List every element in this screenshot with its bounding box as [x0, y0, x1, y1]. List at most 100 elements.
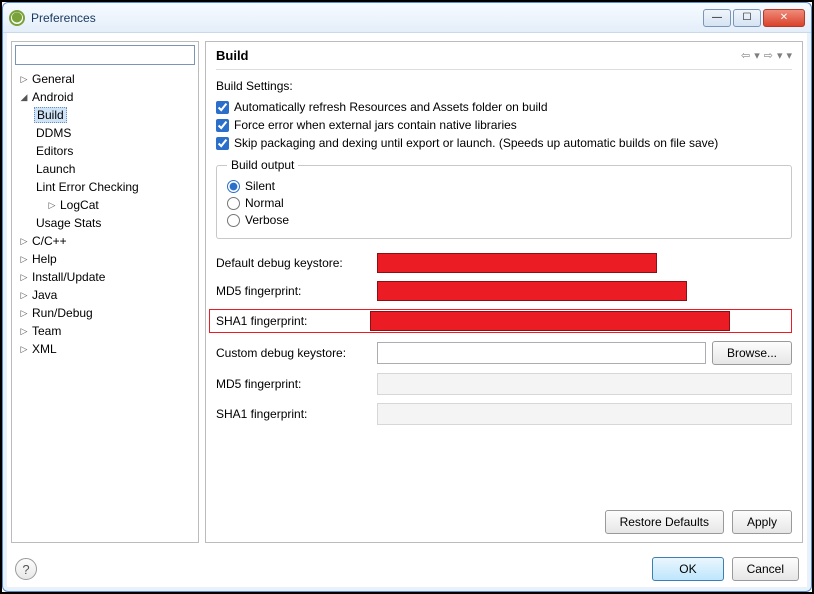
tree-item-label: Install/Update	[30, 270, 107, 284]
filter-input[interactable]	[15, 45, 195, 65]
tree-item[interactable]: ▷Run/Debug	[12, 304, 198, 322]
expander-icon[interactable]: ▷	[18, 236, 30, 247]
tree-item[interactable]: DDMS	[12, 124, 198, 142]
radio-silent[interactable]: Silent	[227, 179, 781, 193]
expander-icon[interactable]: ▷	[18, 326, 30, 337]
tree-item-label: LogCat	[58, 198, 101, 212]
preferences-tree[interactable]: ▷General◢AndroidBuildDDMSEditorsLaunchLi…	[12, 68, 198, 542]
radio-normal[interactable]: Normal	[227, 196, 781, 210]
forward-icon[interactable]: ⇨	[764, 49, 773, 62]
custom-keystore-input[interactable]	[377, 342, 706, 364]
build-output-group: Build output Silent Normal Verbose	[216, 158, 792, 239]
tree-item-label: Editors	[34, 144, 75, 158]
tree-item[interactable]: Build	[12, 106, 198, 124]
tree-item[interactable]: Editors	[12, 142, 198, 160]
bottom-bar: ? OK Cancel	[3, 551, 811, 591]
tree-item-label: Team	[30, 324, 63, 338]
md5-value	[377, 281, 687, 301]
dialog-actions: OK Cancel	[652, 557, 799, 581]
sha1-label: SHA1 fingerprint:	[216, 314, 364, 328]
main-panel: Build ⇦ ▾ ⇨ ▾ ▾ Build Settings: Automati…	[205, 41, 803, 543]
window-title: Preferences	[31, 11, 703, 25]
md5-2-value	[377, 373, 792, 395]
tree-item-label: General	[30, 72, 77, 86]
minimize-button[interactable]: —	[703, 9, 731, 27]
tree-item[interactable]: ▷General	[12, 70, 198, 88]
skip-packaging-label: Skip packaging and dexing until export o…	[234, 136, 718, 150]
auto-refresh-checkbox[interactable]: Automatically refresh Resources and Asse…	[216, 100, 792, 114]
force-error-input[interactable]	[216, 119, 229, 132]
apply-button[interactable]: Apply	[732, 510, 792, 534]
tree-item-label: Android	[30, 90, 75, 104]
tree-item-label: XML	[30, 342, 59, 356]
tree-item[interactable]: ▷LogCat	[12, 196, 198, 214]
tree-item[interactable]: ▷XML	[12, 340, 198, 358]
back-icon[interactable]: ⇦	[741, 49, 750, 62]
radio-silent-input[interactable]	[227, 180, 240, 193]
tree-item-label: Launch	[34, 162, 77, 176]
custom-keystore-label: Custom debug keystore:	[216, 346, 371, 360]
tree-item-label: Usage Stats	[34, 216, 103, 230]
sha1-2-label: SHA1 fingerprint:	[216, 407, 371, 421]
tree-item[interactable]: Lint Error Checking	[12, 178, 198, 196]
forward-menu-icon[interactable]: ▾	[777, 49, 783, 62]
expander-icon[interactable]: ▷	[18, 254, 30, 265]
sha1-row-highlighted: SHA1 fingerprint:	[209, 309, 792, 333]
skip-packaging-input[interactable]	[216, 137, 229, 150]
keystore-form: Default debug keystore: MD5 fingerprint:…	[216, 253, 792, 425]
expander-icon[interactable]: ▷	[18, 290, 30, 301]
titlebar: ⬤ Preferences — ☐ ✕	[3, 3, 811, 33]
default-keystore-label: Default debug keystore:	[216, 256, 371, 270]
skip-packaging-checkbox[interactable]: Skip packaging and dexing until export o…	[216, 136, 792, 150]
expander-icon[interactable]: ▷	[18, 308, 30, 319]
md5-label: MD5 fingerprint:	[216, 284, 371, 298]
expander-icon[interactable]: ◢	[18, 92, 30, 103]
cancel-button[interactable]: Cancel	[732, 557, 799, 581]
radio-normal-input[interactable]	[227, 197, 240, 210]
tree-item[interactable]: ▷Help	[12, 250, 198, 268]
sidebar: ▷General◢AndroidBuildDDMSEditorsLaunchLi…	[11, 41, 199, 543]
back-menu-icon[interactable]: ▾	[754, 49, 760, 62]
radio-normal-label: Normal	[245, 196, 284, 210]
expander-icon[interactable]: ▷	[18, 74, 30, 85]
tree-item[interactable]: ▷Java	[12, 286, 198, 304]
force-error-checkbox[interactable]: Force error when external jars contain n…	[216, 118, 792, 132]
view-menu-icon[interactable]: ▾	[786, 49, 792, 62]
tree-item[interactable]: ▷Install/Update	[12, 268, 198, 286]
preferences-window: ⬤ Preferences — ☐ ✕ ▷General◢AndroidBuil…	[2, 2, 812, 592]
panel-actions: Restore Defaults Apply	[216, 492, 792, 534]
md5-2-label: MD5 fingerprint:	[216, 377, 371, 391]
tree-item[interactable]: ▷Team	[12, 322, 198, 340]
ok-button[interactable]: OK	[652, 557, 723, 581]
tree-item[interactable]: Launch	[12, 160, 198, 178]
radio-verbose-input[interactable]	[227, 214, 240, 227]
expander-icon[interactable]: ▷	[18, 344, 30, 355]
browse-button[interactable]: Browse...	[712, 341, 792, 365]
expander-icon[interactable]: ▷	[18, 272, 30, 283]
auto-refresh-input[interactable]	[216, 101, 229, 114]
radio-silent-label: Silent	[245, 179, 275, 193]
close-button[interactable]: ✕	[763, 9, 805, 27]
tree-item-label: Java	[30, 288, 59, 302]
expander-icon[interactable]: ▷	[46, 200, 58, 211]
force-error-label: Force error when external jars contain n…	[234, 118, 517, 132]
main-header: Build ⇦ ▾ ⇨ ▾ ▾	[216, 48, 792, 70]
auto-refresh-label: Automatically refresh Resources and Asse…	[234, 100, 548, 114]
tree-item-label: Help	[30, 252, 59, 266]
tree-item[interactable]: ▷C/C++	[12, 232, 198, 250]
default-keystore-value	[377, 253, 657, 273]
tree-item[interactable]: Usage Stats	[12, 214, 198, 232]
radio-verbose-label: Verbose	[245, 213, 289, 227]
radio-verbose[interactable]: Verbose	[227, 213, 781, 227]
help-icon[interactable]: ?	[15, 558, 37, 580]
maximize-button[interactable]: ☐	[733, 9, 761, 27]
tree-item-label: Run/Debug	[30, 306, 95, 320]
restore-defaults-button[interactable]: Restore Defaults	[605, 510, 724, 534]
page-title: Build	[216, 48, 741, 63]
nav-toolbar: ⇦ ▾ ⇨ ▾ ▾	[741, 49, 792, 62]
tree-item-label: C/C++	[30, 234, 69, 248]
app-icon: ⬤	[9, 10, 25, 26]
window-controls: — ☐ ✕	[703, 9, 805, 27]
build-settings-label: Build Settings:	[216, 79, 792, 93]
tree-item[interactable]: ◢Android	[12, 88, 198, 106]
